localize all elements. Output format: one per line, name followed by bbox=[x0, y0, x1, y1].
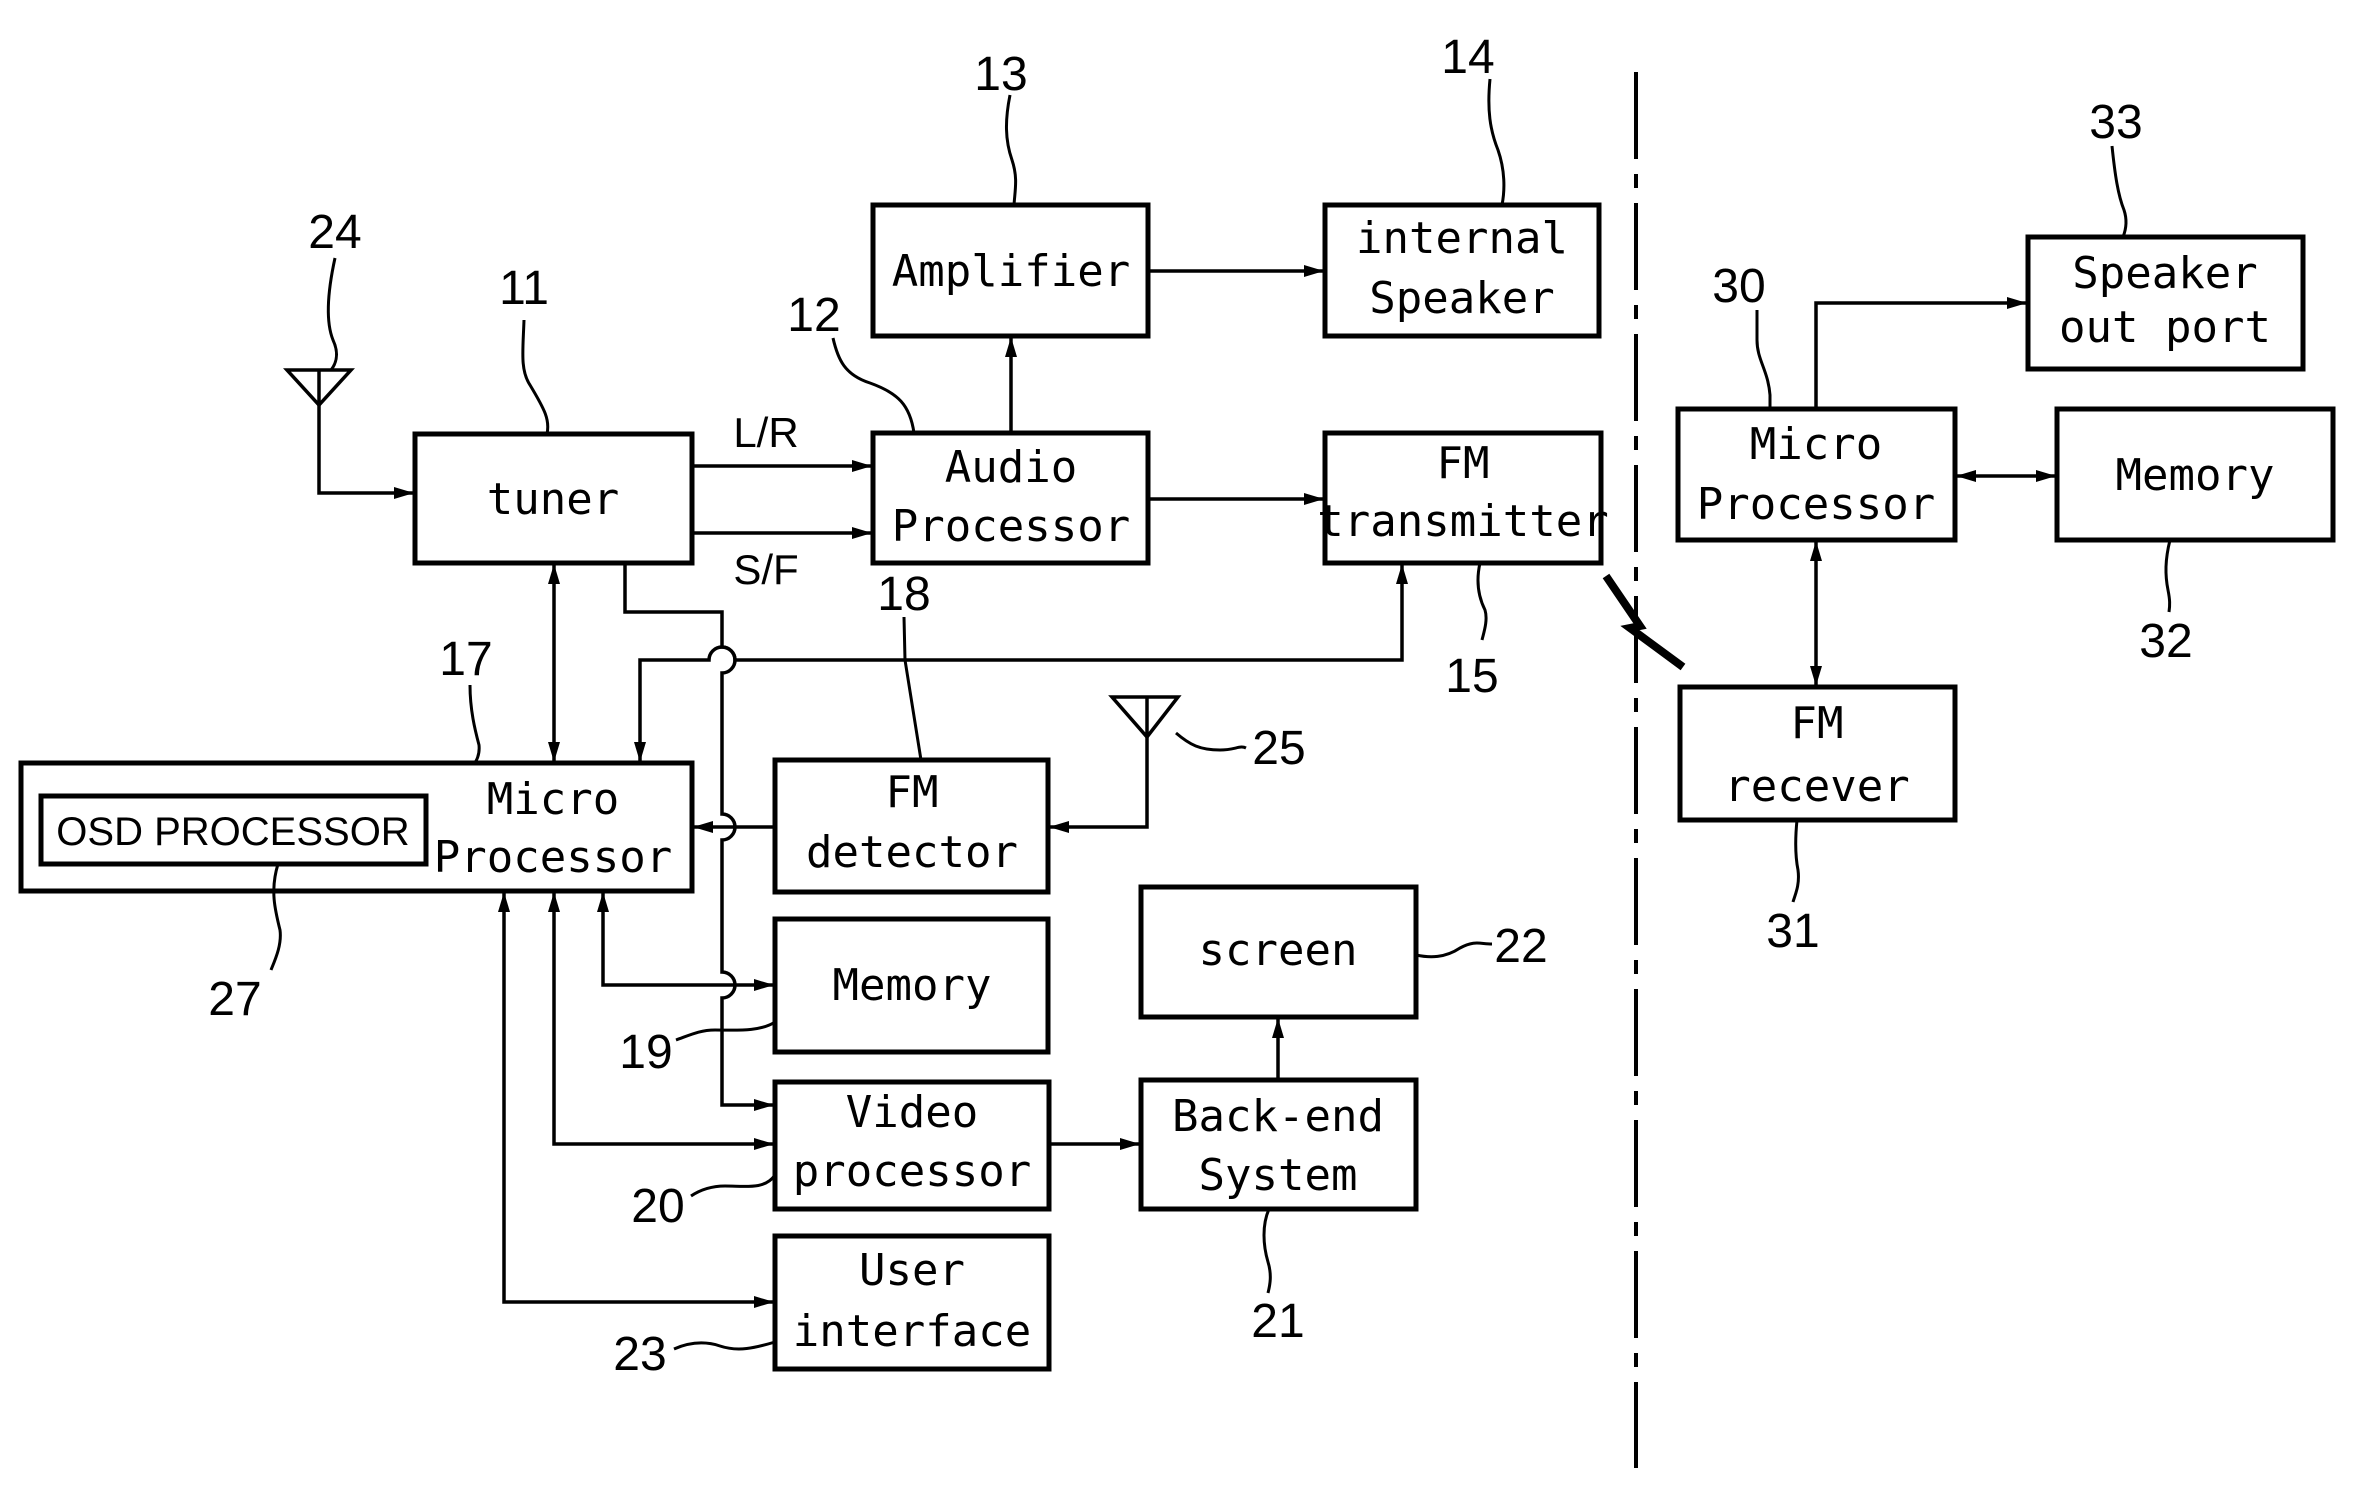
block-fm-receiver: FM recever bbox=[1677, 684, 1958, 823]
ref-32: 32 bbox=[2139, 615, 2192, 668]
ref-33: 33 bbox=[2089, 96, 2142, 149]
block-user-interface: User interface bbox=[772, 1233, 1052, 1372]
ref-13: 13 bbox=[974, 48, 1027, 101]
ref-30: 30 bbox=[1712, 260, 1765, 313]
tuner-label: tuner bbox=[487, 474, 619, 525]
fm-detector-label-1: FM bbox=[886, 767, 939, 818]
signal-label-lr: L/R bbox=[733, 409, 798, 456]
block-internal-speaker: internal Speaker bbox=[1322, 202, 1602, 339]
user-interface-label-1: User bbox=[859, 1245, 965, 1296]
antenna-25-icon bbox=[1049, 695, 1182, 833]
block-screen: screen bbox=[1138, 884, 1419, 1020]
ref-14: 14 bbox=[1441, 31, 1494, 84]
block-diagram: tuner Audio Processor Amplifier internal… bbox=[18, 31, 2336, 1468]
block-audio-processor: Audio Processor bbox=[870, 430, 1151, 566]
video-processor-label-2: processor bbox=[793, 1146, 1031, 1197]
user-interface-label-2: interface bbox=[793, 1306, 1031, 1357]
ref-23: 23 bbox=[613, 1328, 666, 1381]
block-tuner: tuner bbox=[412, 431, 695, 566]
wire-micro-memory bbox=[597, 892, 774, 991]
block-back-end-system: Back-end System bbox=[1138, 1077, 1419, 1212]
ref-11: 11 bbox=[499, 262, 549, 315]
micro-processor-17-label-2: Processor bbox=[434, 832, 672, 883]
block-micro-processor-17: OSD PROCESSOR Micro Processor bbox=[18, 760, 695, 894]
fm-receiver-label-1: FM bbox=[1791, 698, 1844, 749]
fm-detector-label-2: detector bbox=[806, 827, 1018, 878]
audio-processor-label-1: Audio bbox=[945, 442, 1077, 493]
osd-processor-label: OSD PROCESSOR bbox=[56, 810, 409, 854]
amplifier-label: Amplifier bbox=[892, 246, 1130, 297]
ref-18: 18 bbox=[877, 568, 930, 621]
ref-22: 22 bbox=[1494, 920, 1547, 973]
fm-receiver-label-2: recever bbox=[1724, 761, 1909, 812]
ref-15: 15 bbox=[1445, 650, 1498, 703]
block-fm-transmitter: FM transmitter bbox=[1317, 430, 1609, 566]
fm-transmitter-label-1: FM bbox=[1437, 438, 1490, 489]
speaker-out-port-label-2: out port bbox=[2059, 302, 2271, 353]
block-video-processor: Video processor bbox=[772, 1079, 1052, 1212]
fm-transmitter-label-2: transmitter bbox=[1317, 496, 1608, 547]
block-speaker-out-port: Speaker out port bbox=[2025, 234, 2306, 372]
memory-19-label: Memory bbox=[833, 960, 992, 1011]
block-memory-32: Memory bbox=[2054, 406, 2336, 543]
ref-25: 25 bbox=[1252, 722, 1305, 775]
wireless-link-icon bbox=[1602, 573, 1686, 671]
internal-speaker-label-2: Speaker bbox=[1369, 273, 1554, 324]
ref-17: 17 bbox=[439, 633, 492, 686]
internal-speaker-label-1: internal bbox=[1356, 213, 1568, 264]
ref-20: 20 bbox=[631, 1180, 684, 1233]
memory-32-label: Memory bbox=[2116, 450, 2275, 501]
wire-micro30-speaker-port bbox=[1814, 297, 2027, 409]
screen-label: screen bbox=[1199, 925, 1358, 976]
micro-processor-17-label-1: Micro bbox=[487, 774, 619, 825]
block-memory-19: Memory bbox=[772, 916, 1051, 1055]
ref-31: 31 bbox=[1766, 905, 1819, 958]
block-amplifier: Amplifier bbox=[870, 202, 1151, 339]
ref-27: 27 bbox=[208, 973, 261, 1026]
ref-24: 24 bbox=[308, 206, 361, 259]
audio-processor-label-2: Processor bbox=[892, 501, 1130, 552]
block-micro-processor-30: Micro Processor bbox=[1675, 406, 1958, 543]
ref-12: 12 bbox=[787, 289, 840, 342]
block-fm-detector: FM detector bbox=[772, 757, 1051, 895]
speaker-out-port-label-1: Speaker bbox=[2072, 248, 2257, 299]
ref-19: 19 bbox=[619, 1026, 672, 1079]
micro-processor-30-label-2: Processor bbox=[1697, 479, 1935, 530]
antenna-24-icon bbox=[283, 368, 414, 499]
back-end-label-1: Back-end bbox=[1172, 1091, 1384, 1142]
ref-21: 21 bbox=[1251, 1295, 1304, 1348]
video-processor-label-1: Video bbox=[846, 1087, 978, 1138]
micro-processor-30-label-1: Micro bbox=[1750, 419, 1882, 470]
wire-micro-ui bbox=[498, 892, 774, 1308]
back-end-label-2: System bbox=[1199, 1150, 1358, 1201]
signal-label-sf: S/F bbox=[733, 546, 798, 593]
